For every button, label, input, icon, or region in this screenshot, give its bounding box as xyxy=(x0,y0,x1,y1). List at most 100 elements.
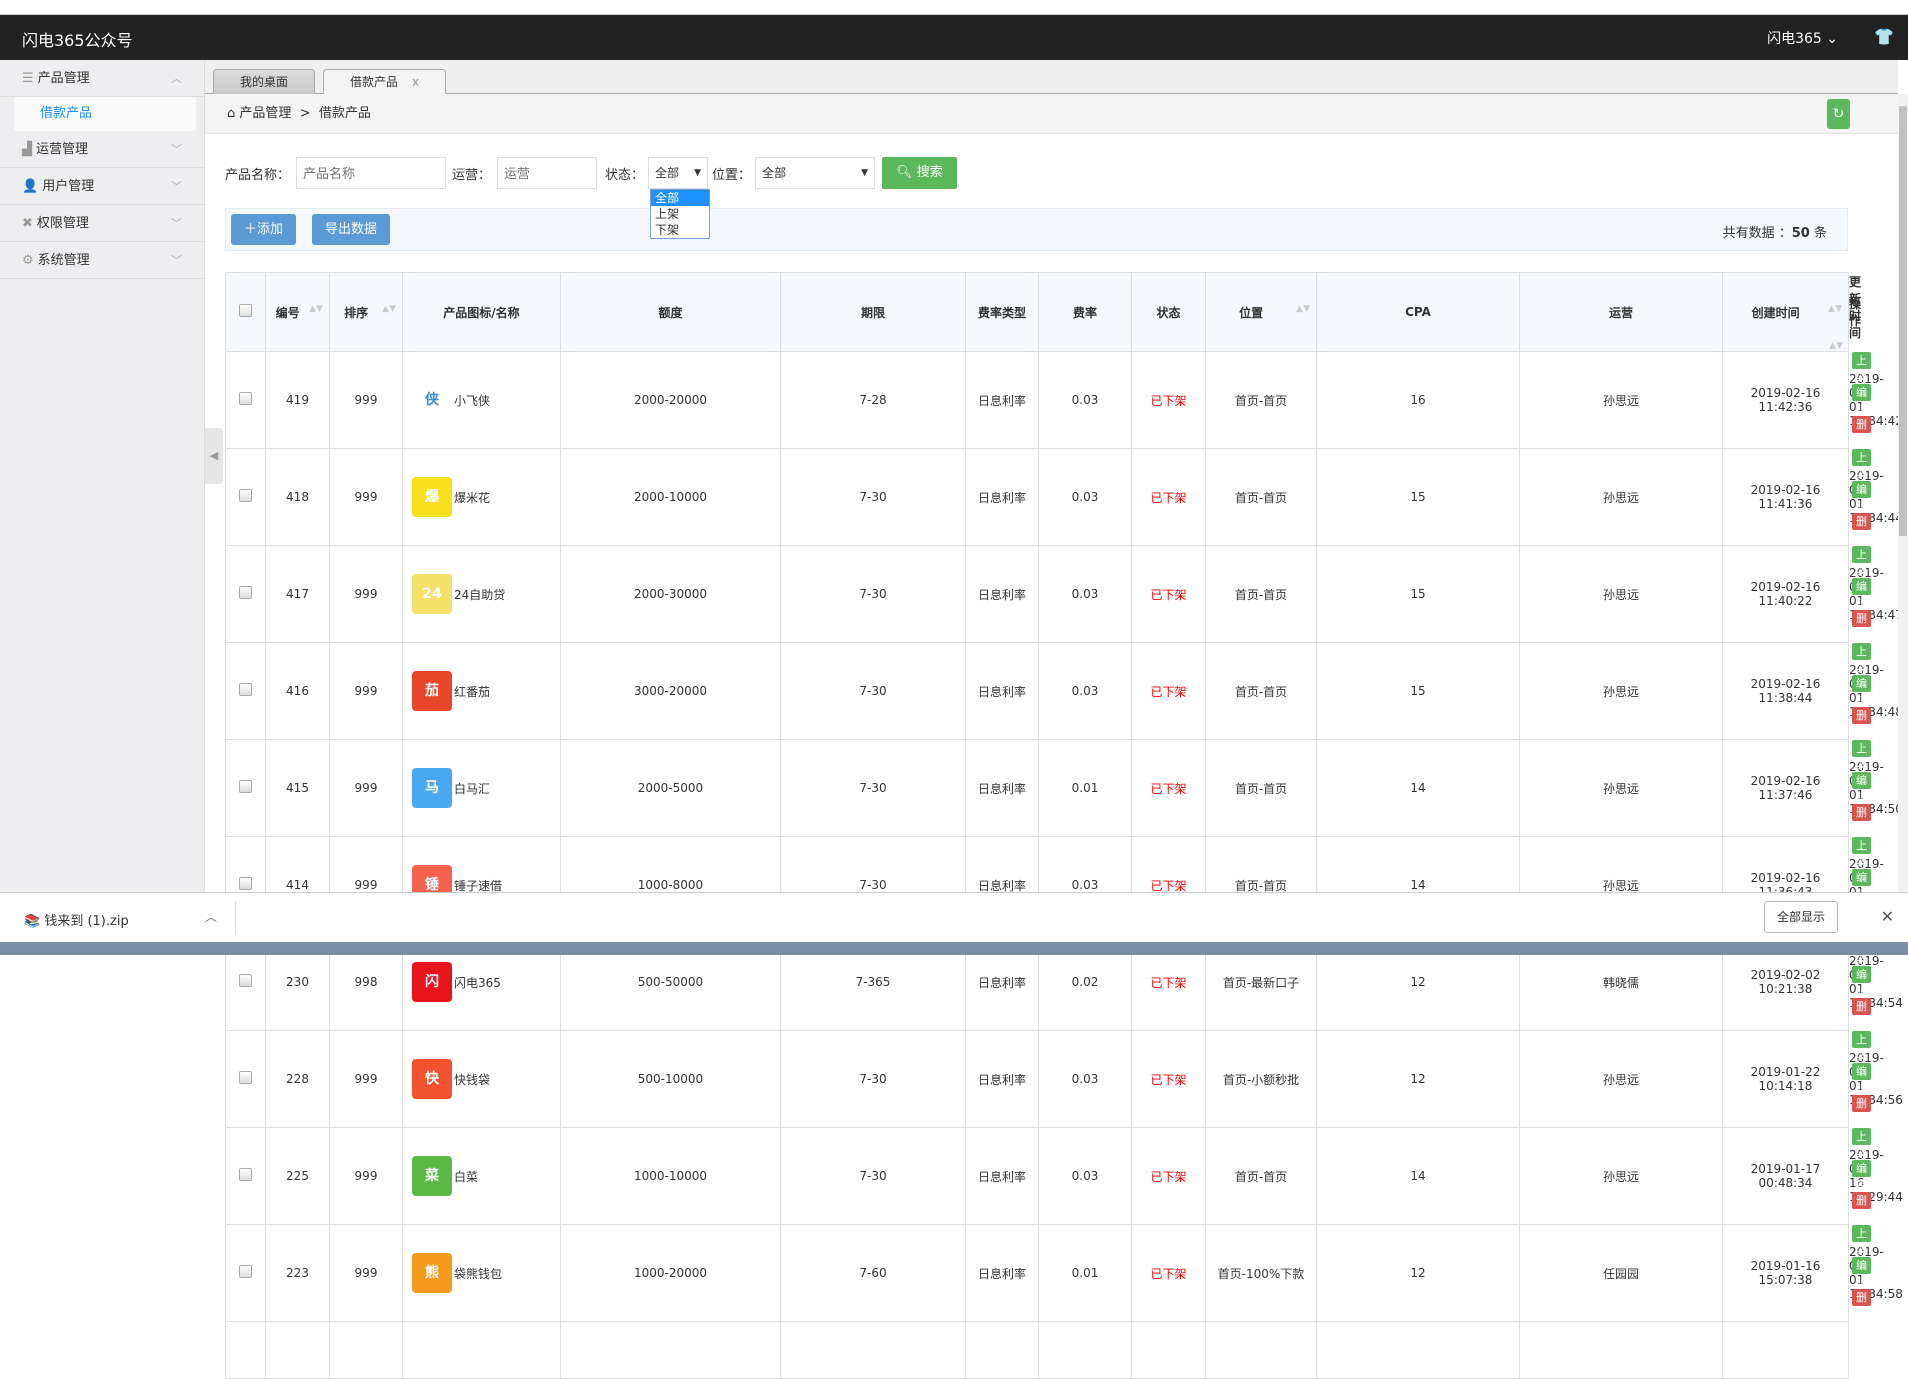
publish-button[interactable]: 上架 xyxy=(1852,1128,1871,1160)
row-checkbox[interactable] xyxy=(239,877,252,890)
cell-created: 2019-01-22 10:14:18 xyxy=(1722,1030,1849,1128)
delete-button[interactable]: 删除 xyxy=(1852,998,1871,1030)
status-badge: 已下架 xyxy=(1150,490,1187,505)
row-checkbox[interactable] xyxy=(239,1071,252,1084)
sort-icon[interactable]: ▲▼ xyxy=(1828,304,1842,314)
edit-button[interactable]: 编辑 xyxy=(1852,1063,1871,1095)
sidebar-item-loan-products[interactable]: 借款产品 xyxy=(14,97,196,131)
row-checkbox[interactable] xyxy=(239,683,252,696)
tab-desktop[interactable]: 我的桌面 xyxy=(213,69,316,94)
row-checkbox[interactable] xyxy=(239,489,252,502)
edit-button[interactable]: 编辑 xyxy=(1852,675,1871,707)
row-checkbox[interactable] xyxy=(239,1265,252,1278)
breadcrumb-root[interactable]: 产品管理 xyxy=(239,106,291,121)
delete-button[interactable]: 删除 xyxy=(1852,707,1871,739)
delete-button[interactable]: 删除 xyxy=(1852,804,1871,836)
publish-button[interactable]: 上架 xyxy=(1852,449,1871,481)
publish-button[interactable]: 上架 xyxy=(1852,740,1871,772)
rate_type: 日息利率 xyxy=(977,878,1026,893)
edit-button[interactable]: 编辑 xyxy=(1852,384,1871,416)
sort-icon[interactable]: ▲▼ xyxy=(1829,341,1843,351)
column-header[interactable]: 编号 ▲▼ xyxy=(265,272,330,352)
pos: 首页-首页 xyxy=(1234,587,1288,602)
amount: 1000-20000 xyxy=(633,1266,708,1280)
column-header[interactable]: 位置 ▲▼ xyxy=(1205,272,1317,352)
edit-button[interactable]: 编辑 xyxy=(1852,772,1871,804)
edit-button[interactable]: 编辑 xyxy=(1852,578,1871,610)
row-checkbox[interactable] xyxy=(239,586,252,599)
export-button[interactable]: 导出数据 xyxy=(312,214,391,245)
delete-button[interactable]: 删除 xyxy=(1852,416,1871,448)
delete-button[interactable]: 删除 xyxy=(1852,1289,1871,1321)
edit-button[interactable]: 编辑 xyxy=(1852,481,1871,513)
column-header[interactable]: 创建时间 ▲▼ xyxy=(1722,272,1849,352)
delete-button[interactable]: 删除 xyxy=(1852,1192,1871,1224)
sidebar-group-users[interactable]: 👤 用户管理 ﹀ xyxy=(0,168,204,205)
publish-button[interactable]: 上架 xyxy=(1852,837,1871,869)
top-bar: 闪电365公众号 闪电365 ⌄ 👕 xyxy=(0,15,1908,60)
publish-button[interactable]: 上架 xyxy=(1852,1031,1871,1063)
delete-button[interactable]: 删除 xyxy=(1852,1095,1871,1127)
search-button[interactable]: 🔍︎ 搜索 xyxy=(882,157,957,189)
row-checkbox[interactable] xyxy=(239,974,252,987)
row-checkbox[interactable] xyxy=(239,1168,252,1181)
chevron-up-icon[interactable]: ︿ xyxy=(205,908,217,925)
close-icon[interactable]: ✕ xyxy=(1881,907,1894,926)
status-badge: 已下架 xyxy=(1150,781,1187,796)
delete-button[interactable]: 删除 xyxy=(1852,610,1871,642)
cell-op: 孙思远 xyxy=(1519,1127,1723,1225)
product-name: 袋熊钱包 xyxy=(454,1266,503,1281)
position-select[interactable]: 全部 ▼ xyxy=(755,157,876,189)
sort-icon[interactable]: ▲▼ xyxy=(309,304,323,314)
sidebar-group-product[interactable]: ☰ 产品管理 ︿ xyxy=(0,60,204,97)
app-title: 闪电365公众号 xyxy=(22,31,133,50)
checkbox[interactable] xyxy=(239,304,252,317)
sort: 999 xyxy=(354,587,378,601)
cell-cpa: 15 xyxy=(1316,642,1520,740)
row-checkbox[interactable] xyxy=(239,780,252,793)
id: 414 xyxy=(286,878,309,892)
scrollbar[interactable] xyxy=(1898,94,1908,892)
edit-button[interactable]: 编辑 xyxy=(1852,1257,1871,1289)
user-menu[interactable]: 闪电365 ⌄ xyxy=(1767,28,1838,48)
scrollbar-thumb[interactable] xyxy=(1899,106,1907,536)
status-select[interactable]: 全部 ▼ xyxy=(648,157,709,189)
download-item[interactable]: 📚 钱来到 (1).zip xyxy=(24,910,129,929)
sort-icon[interactable]: ▲▼ xyxy=(382,304,396,314)
sort-icon[interactable]: ▲▼ xyxy=(1296,304,1310,314)
sidebar-group-system[interactable]: ⚙ 系统管理 ﹀ xyxy=(0,242,204,279)
edit-button[interactable]: 编辑 xyxy=(1852,869,1871,901)
refresh-button[interactable]: ↻ xyxy=(1827,99,1850,129)
status-option[interactable]: 上架 xyxy=(651,206,709,222)
cell-term: 7-60 xyxy=(780,1224,966,1322)
amount: 2000-10000 xyxy=(633,490,708,504)
column-label: 费率类型 xyxy=(977,305,1026,320)
product-name-input[interactable] xyxy=(296,157,447,189)
collapse-sidebar-handle[interactable]: ◀ xyxy=(205,428,223,484)
publish-button[interactable]: 上架 xyxy=(1852,643,1871,675)
cell-product: 熊袋熊钱包 xyxy=(402,1224,561,1322)
sort: 999 xyxy=(354,490,378,504)
close-icon[interactable]: x xyxy=(412,75,419,89)
status-option[interactable]: 下架 xyxy=(651,222,709,238)
operator-input[interactable] xyxy=(497,157,598,189)
edit-button[interactable]: 编辑 xyxy=(1852,966,1871,998)
skin-icon[interactable]: 👕 xyxy=(1874,27,1894,46)
sidebar-group-operation[interactable]: ▟ 运营管理 ﹀ xyxy=(0,131,204,168)
term: 7-365 xyxy=(855,975,891,989)
publish-button[interactable]: 上架 xyxy=(1852,546,1871,578)
row-checkbox[interactable] xyxy=(239,392,252,405)
column-header[interactable]: 排序 ▲▼ xyxy=(329,272,403,352)
publish-button[interactable]: 上架 xyxy=(1852,1225,1871,1257)
status-option[interactable]: 全部 xyxy=(651,190,709,206)
status-badge: 已下架 xyxy=(1150,587,1187,602)
edit-button[interactable]: 编辑 xyxy=(1852,1160,1871,1192)
publish-button[interactable]: 上架 xyxy=(1852,352,1871,384)
sidebar-group-permissions[interactable]: ✖ 权限管理 ﹀ xyxy=(0,205,204,242)
tab-loan-products[interactable]: 借款产品 x xyxy=(323,69,447,95)
cell-term: 7-30 xyxy=(780,545,966,643)
delete-button[interactable]: 删除 xyxy=(1852,513,1871,545)
show-all-button[interactable]: 全部显示 xyxy=(1763,901,1838,933)
header-select-all[interactable] xyxy=(225,272,266,352)
add-button[interactable]: ＋添加 xyxy=(231,214,297,245)
